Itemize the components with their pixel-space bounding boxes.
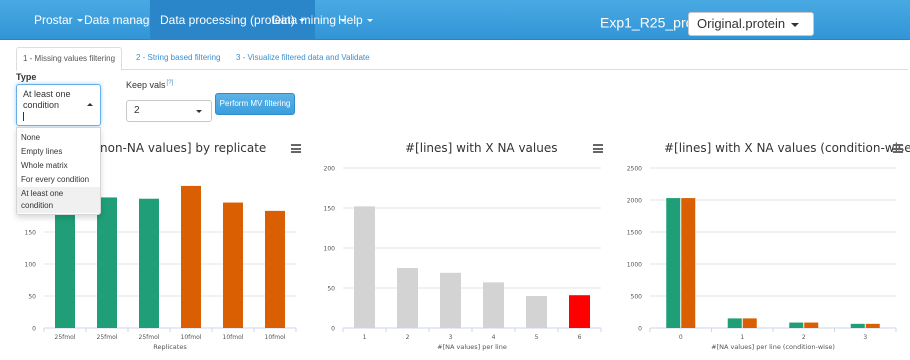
bar: [789, 322, 804, 328]
x-tick-label: 4: [492, 334, 496, 341]
perform-mv-filtering-button[interactable]: Perform MV filtering: [215, 93, 295, 115]
nav-help-label: Help: [338, 13, 363, 27]
y-tick-label: 1000: [627, 262, 642, 269]
type-option-at-least-one[interactable]: At least one condition: [17, 187, 100, 213]
chevron-down-icon: [196, 110, 202, 113]
hamburger-menu-icon[interactable]: [593, 144, 603, 153]
x-axis-label: #[NA values] per line: [437, 343, 507, 351]
bar: [354, 206, 375, 328]
hamburger-menu-icon[interactable]: [893, 144, 903, 153]
type-option-empty-lines[interactable]: Empty lines: [17, 145, 100, 159]
x-tick-label: 0: [679, 334, 683, 341]
nav-prostar-label: Prostar: [34, 13, 73, 27]
tab-missing-values[interactable]: 1 - Missing values filtering: [16, 47, 123, 71]
y-tick-label: 500: [631, 294, 643, 301]
chart-title: non-NA values] by replicate: [100, 141, 267, 155]
bar: [865, 323, 880, 328]
chart-title: #[lines] with X NA values: [405, 141, 558, 155]
text-cursor: [23, 112, 24, 121]
bar: [440, 272, 461, 328]
bar: [483, 282, 504, 328]
dataset-name-text: Exp1_R25_prot: [600, 14, 698, 31]
top-navbar: Prostar Data manager Data processing (pr…: [0, 0, 910, 40]
type-dropdown-menu: None Empty lines Whole matrix For every …: [16, 127, 101, 215]
bar: [55, 200, 75, 328]
keep-vals-select[interactable]: 2: [126, 100, 212, 122]
keep-vals-label-text: Keep vals: [126, 80, 166, 90]
x-tick-label: 5: [535, 334, 539, 341]
keep-vals-label: Keep vals[?]: [126, 80, 173, 90]
bar: [526, 296, 547, 328]
y-tick-label: 150: [324, 206, 336, 213]
nav-data-manager-label: Data manager: [84, 13, 161, 27]
x-tick-label: 1: [363, 334, 367, 341]
x-tick-label: 25fmol: [55, 334, 76, 341]
chevron-down-icon: [366, 19, 373, 23]
y-tick-label: 50: [327, 286, 335, 293]
keep-vals-help-link[interactable]: [?]: [167, 80, 174, 86]
bar: [666, 198, 681, 328]
y-tick-label: 1500: [627, 230, 642, 237]
chart-na-lines-svg: 0 50 100 150 200 1 2 3 4 5 6 #[NA values] per line: [324, 166, 602, 351]
y-tick-label: 2000: [627, 198, 642, 205]
chart-na-lines: 0 50 100 150 200 1 2 3 4 5 6 #[NA values] per line …: [305, 134, 610, 360]
bar: [727, 318, 742, 328]
chart-na-condition-wise: 0 500 1000 1500 2000 2500 0 1 2 3 #[NA values] per…: [610, 134, 910, 360]
bar: [223, 202, 243, 328]
chart-title: #[lines] with X NA values (condition-wis…: [664, 141, 910, 155]
y-tick-label: 0: [331, 326, 335, 333]
bar: [265, 210, 285, 328]
x-tick-label: 25fmol: [139, 334, 160, 341]
x-tick-label: 10fmol: [223, 334, 244, 341]
y-tick-label: 150: [25, 230, 37, 237]
x-tick-label: 3: [449, 334, 453, 341]
bar: [97, 197, 117, 328]
type-select-value: At least one condition: [23, 89, 71, 110]
x-axis-label: Replicates: [153, 343, 187, 351]
type-option-whole-matrix[interactable]: Whole matrix: [17, 159, 100, 173]
dataset-select-value: Original.protein: [697, 16, 786, 31]
y-tick-label: 0: [32, 326, 36, 333]
tab-visualize-validate[interactable]: 3 - Visualize filtered data and Validate: [230, 47, 376, 70]
filtering-tabs: 1 - Missing values filtering 2 - String …: [16, 47, 908, 71]
y-tick-label: 50: [28, 294, 36, 301]
nav-data-mining-label: Data mining: [272, 13, 337, 27]
x-tick-label: 6: [578, 334, 582, 341]
y-tick-label: 2500: [627, 166, 642, 173]
x-tick-label: 1: [740, 334, 744, 341]
chevron-down-icon: [791, 23, 799, 27]
type-option-every-condition[interactable]: For every condition: [17, 173, 100, 187]
chevron-up-icon: [87, 103, 93, 106]
hamburger-menu-icon[interactable]: [291, 144, 301, 153]
x-tick-label: 2: [802, 334, 806, 341]
bar: [850, 323, 865, 328]
x-tick-label: 10fmol: [181, 334, 202, 341]
bar: [397, 268, 418, 328]
x-tick-label: 25fmol: [97, 334, 118, 341]
dataset-select[interactable]: Original.protein: [688, 12, 814, 36]
bar: [569, 295, 590, 328]
bar: [181, 185, 201, 328]
keep-vals-value: 2: [134, 105, 140, 116]
y-tick-label: 100: [324, 246, 336, 253]
x-tick-label: 10fmol: [265, 334, 286, 341]
bar: [681, 198, 696, 328]
y-tick-label: 0: [638, 326, 642, 333]
y-tick-label: 200: [324, 166, 336, 173]
type-option-none[interactable]: None: [17, 131, 100, 145]
type-select[interactable]: At least one condition: [16, 84, 101, 126]
x-tick-label: 2: [406, 334, 410, 341]
bar: [804, 322, 819, 328]
nav-help[interactable]: Help: [328, 0, 383, 40]
x-tick-label: 3: [863, 334, 867, 341]
bar: [742, 318, 757, 328]
bar: [139, 198, 159, 328]
x-axis-label: #[NA values] per line (condition-wise): [711, 343, 835, 351]
y-tick-label: 100: [25, 262, 37, 269]
type-label: Type: [16, 72, 37, 82]
chart-na-condition-wise-svg: 0 500 1000 1500 2000 2500 0 1 2 3 #[NA values] per…: [627, 166, 897, 351]
tab-string-filtering[interactable]: 2 - String based filtering: [130, 47, 227, 70]
